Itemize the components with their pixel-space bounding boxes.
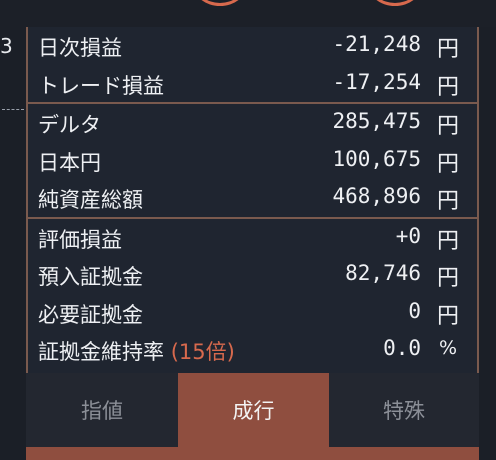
yen-unit: 円	[436, 303, 459, 329]
order-form-top-edge	[26, 447, 479, 460]
left-fragment-digit: 3	[0, 34, 13, 58]
leverage-badge: (15倍)	[170, 340, 235, 364]
balance-group: デルタ 285,475 円 日本円 100,675 円 純資産総額 468,89…	[28, 102, 477, 217]
delta-label: デルタ	[38, 113, 101, 137]
trade-pnl-value: -17,254	[332, 69, 421, 94]
percent-unit: %	[438, 337, 457, 359]
unrealized-pnl-row: 評価損益 +0 円	[28, 219, 477, 257]
yen-unit: 円	[436, 74, 459, 100]
yen-unit: 円	[436, 189, 459, 214]
deposit-margin-row: 預入証拠金 82,746 円	[28, 256, 477, 294]
unrealized-pnl-label: 評価損益	[38, 227, 122, 252]
required-margin-value: 0	[408, 298, 421, 323]
circle-button-partial[interactable]	[193, 0, 247, 6]
margin-ratio-text: 証拠金維持率	[38, 340, 164, 364]
daily-pnl-value: -21,248	[332, 32, 421, 56]
trade-pnl-label: トレード損益	[38, 73, 164, 98]
left-panel-fragment	[0, 30, 26, 460]
net-assets-value: 468,896	[332, 184, 421, 208]
jpy-label: 日本円	[38, 150, 101, 175]
deposit-margin-value: 82,746	[345, 261, 421, 285]
pnl-group: 日次損益 -21,248 円 トレード損益 -17,254 円	[28, 27, 477, 102]
yen-unit: 円	[436, 228, 459, 254]
required-margin-label: 必要証拠金	[38, 302, 143, 327]
dashed-line	[2, 109, 24, 110]
yen-unit: 円	[436, 37, 459, 62]
yen-unit: 円	[436, 266, 459, 291]
circle-button-partial[interactable]	[368, 0, 422, 6]
tab-market-order[interactable]: 成行	[178, 373, 329, 447]
tab-limit-order[interactable]: 指値	[26, 373, 178, 447]
delta-value: 285,475	[332, 109, 421, 133]
deposit-margin-label: 預入証拠金	[38, 265, 143, 289]
required-margin-row: 必要証拠金 0 円	[28, 294, 477, 332]
top-strip	[0, 0, 496, 30]
net-assets-row: 純資産総額 468,896 円	[28, 179, 477, 217]
jpy-row: 日本円 100,675 円	[28, 142, 477, 180]
margin-ratio-value: 0.0	[383, 336, 421, 360]
order-type-tabs: 指値 成行 特殊	[26, 373, 479, 447]
unrealized-pnl-value: +0	[395, 223, 421, 248]
trade-pnl-row: トレード損益 -17,254 円	[28, 65, 477, 103]
tab-special-order[interactable]: 特殊	[329, 373, 479, 447]
jpy-value: 100,675	[332, 146, 421, 171]
yen-unit: 円	[436, 114, 459, 139]
net-assets-label: 純資産総額	[38, 188, 143, 212]
daily-pnl-label: 日次損益	[38, 36, 122, 60]
delta-row: デルタ 285,475 円	[28, 104, 477, 142]
daily-pnl-row: 日次損益 -21,248 円	[28, 27, 477, 65]
margin-group: 評価損益 +0 円 預入証拠金 82,746 円 必要証拠金 0 円 証拠金維持…	[28, 216, 477, 369]
right-edge	[479, 27, 496, 460]
yen-unit: 円	[436, 151, 459, 177]
margin-ratio-row: 証拠金維持率 (15倍) 0.0 %	[28, 331, 477, 369]
margin-ratio-label: 証拠金維持率 (15倍)	[38, 336, 235, 366]
